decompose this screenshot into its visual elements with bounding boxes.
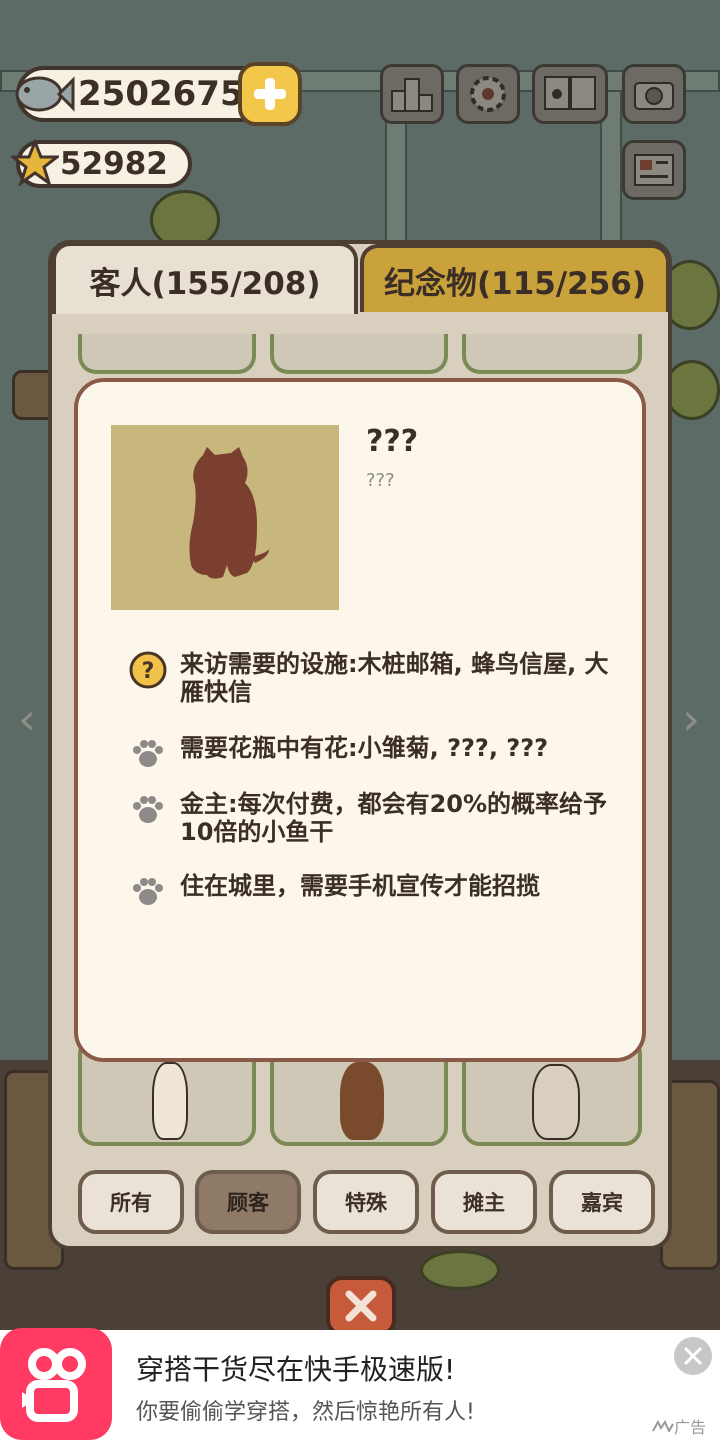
requirement-text: 需要花瓶中有花:小雏菊, ???, ???	[180, 734, 549, 762]
close-button[interactable]	[326, 1276, 396, 1336]
next-arrow-icon[interactable]: ›	[676, 690, 706, 750]
filter-guests-button[interactable]: 嘉宾	[549, 1170, 655, 1234]
cat-book-button[interactable]	[532, 64, 608, 124]
ad-mark: 广告	[652, 1414, 706, 1438]
close-icon	[684, 1347, 702, 1365]
star-icon	[10, 138, 60, 188]
tab-guests-label: 客人(155/208)	[89, 265, 321, 302]
ad-close-button[interactable]	[674, 1337, 712, 1375]
requirement-text: 金主:每次付费，都会有20%的概率给予10倍的小鱼干	[180, 790, 608, 846]
requirement-flowers: 需要花瓶中有花:小雏菊, ???, ???	[128, 734, 618, 774]
filter-vendors-button[interactable]: 摊主	[431, 1170, 537, 1234]
guest-portrait	[111, 425, 339, 610]
filter-label: 特殊	[345, 1191, 387, 1215]
tab-guests[interactable]: 客人(155/208)	[52, 242, 358, 314]
requirement-text: 住在城里，需要手机宣传才能招揽	[180, 872, 540, 900]
guest-cat-image	[532, 1064, 580, 1140]
ad-subtitle: 你要偷偷学穿搭，然后惊艳所有人!	[136, 1400, 475, 1425]
question-icon: ?	[128, 650, 168, 690]
requirement-facilities: ? 来访需要的设施:木桩邮箱, 蜂鸟信屋, 大雁快信	[128, 650, 618, 706]
paw-book-icon	[544, 76, 596, 110]
filter-customers-button[interactable]: 顾客	[195, 1170, 301, 1234]
ad-network-icon	[652, 1420, 674, 1432]
guest-cat-image	[340, 1062, 384, 1140]
ad-mark-label: 广告	[674, 1418, 707, 1437]
camera-icon	[634, 82, 674, 110]
guest-cat-image	[152, 1062, 188, 1140]
cat-silhouette-icon	[189, 447, 269, 579]
filter-all-button[interactable]: 所有	[78, 1170, 184, 1234]
leaderboard-icon	[391, 78, 433, 112]
settings-button[interactable]	[456, 64, 520, 124]
requirement-sponsor: 金主:每次付费，都会有20%的概率给予10倍的小鱼干	[128, 790, 618, 846]
previous-arrow-icon[interactable]: ‹	[12, 690, 42, 750]
filter-label: 顾客	[227, 1191, 269, 1215]
tab-souvenirs[interactable]: 纪念物(115/256)	[360, 244, 670, 312]
settings-gear-icon	[470, 76, 506, 112]
paw-icon	[128, 872, 168, 912]
paw-icon	[128, 790, 168, 830]
filter-label: 嘉宾	[581, 1191, 623, 1215]
svg-text:?: ?	[142, 659, 155, 684]
guest-name: ???	[366, 424, 419, 459]
plus-icon	[254, 78, 286, 110]
requirement-text: 来访需要的设施:木桩邮箱, 蜂鸟信屋, 大雁快信	[180, 650, 609, 706]
fish-icon	[10, 64, 76, 124]
add-fish-button[interactable]	[238, 62, 302, 126]
guest-subtitle: ???	[366, 470, 395, 491]
newspaper-icon	[634, 154, 674, 186]
filter-special-button[interactable]: 特殊	[313, 1170, 419, 1234]
filter-label: 所有	[110, 1191, 152, 1215]
scene-plant	[420, 1250, 500, 1290]
close-icon	[345, 1290, 377, 1322]
kuaishou-logo-icon[interactable]	[0, 1328, 112, 1440]
ad-title: 穿搭干货尽在快手极速版!	[136, 1353, 456, 1386]
paw-icon	[128, 734, 168, 774]
scene-plant	[664, 360, 720, 420]
guest-card[interactable]	[270, 334, 448, 374]
filter-label: 摊主	[463, 1191, 505, 1215]
requirement-city: 住在城里，需要手机宣传才能招揽	[128, 872, 618, 912]
star-count: 52982	[60, 146, 168, 182]
camera-button[interactable]	[622, 64, 686, 124]
tab-souvenirs-label: 纪念物(115/256)	[383, 265, 647, 302]
leaderboard-button[interactable]	[380, 64, 444, 124]
guest-card[interactable]	[462, 334, 642, 374]
newspaper-button[interactable]	[622, 140, 686, 200]
guest-card[interactable]	[78, 334, 256, 374]
